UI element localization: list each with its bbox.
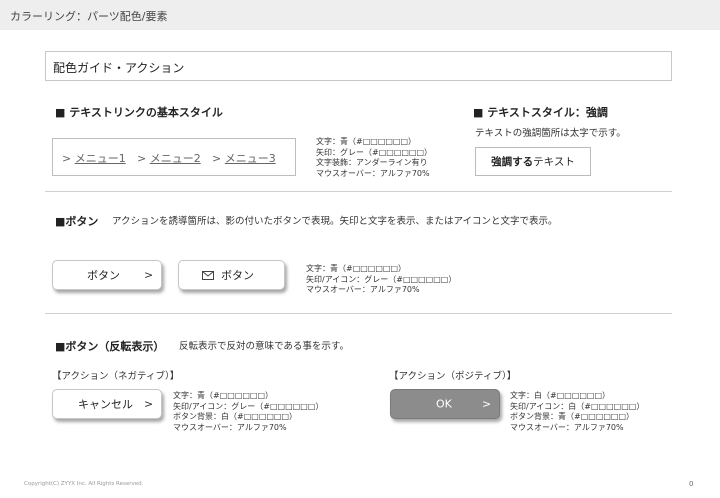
page-number: 0 bbox=[689, 480, 694, 488]
link-label: メニュー3 bbox=[224, 152, 276, 165]
negative-action-title: 【アクション（ネガティブ）】 bbox=[52, 371, 180, 382]
link-label: メニュー1 bbox=[74, 152, 126, 165]
chevron-right-icon: > bbox=[144, 268, 154, 282]
spec-line: 文字：白（#□□□□□□） bbox=[510, 391, 611, 400]
emphasis-text-sample: 強調する テキスト bbox=[475, 147, 591, 176]
envelope-icon bbox=[202, 271, 214, 280]
text-style-heading: ■ テキストスタイル：強調 bbox=[473, 106, 608, 119]
spec-line: 矢印：グレー（#□□□□□□） bbox=[316, 147, 433, 157]
spec-line: マウスオーバー：アルファ70% bbox=[306, 285, 420, 294]
link-arrow: > bbox=[137, 152, 147, 165]
spec-line: ボタン背景：青（#□□□□□□） bbox=[510, 412, 635, 421]
emphasis-normal-part: テキスト bbox=[533, 156, 575, 168]
spec-line: 矢印/アイコン：白（#□□□□□□） bbox=[510, 401, 645, 411]
spec-line: 矢印/アイコン：グレー（#□□□□□□） bbox=[306, 274, 457, 284]
spec-line: マウスオーバー：アルファ70% bbox=[173, 422, 287, 432]
spec-line: マウスオーバー：アルファ70% bbox=[316, 168, 430, 178]
button-label: OK bbox=[436, 397, 452, 411]
chevron-right-icon: > bbox=[482, 397, 492, 411]
divider bbox=[45, 313, 672, 314]
spec-line: 文字：青（#□□□□□□） bbox=[316, 137, 417, 146]
cancel-button[interactable]: キャンセル > bbox=[52, 389, 162, 419]
positive-spec: 文字：白（#□□□□□□） 矢印/アイコン：白（#□□□□□□） ボタン背景：青… bbox=[510, 391, 644, 433]
spec-line: ボタン背景：白（#□□□□□□） bbox=[173, 412, 298, 421]
spec-line: 文字：青（#□□□□□□） bbox=[173, 391, 274, 400]
inverted-heading: ■ボタン（反転表示） bbox=[55, 340, 165, 353]
link-arrow: > bbox=[212, 152, 222, 165]
guide-title: 配色ガイド・アクション bbox=[53, 61, 185, 75]
spec-line: 文字：青（#□□□□□□） bbox=[306, 264, 407, 273]
buttons-spec: 文字：青（#□□□□□□） 矢印/アイコン：グレー（#□□□□□□） マウスオー… bbox=[306, 264, 456, 296]
spec-line: マウスオーバー：アルファ70% bbox=[510, 422, 624, 432]
page-title: カラーリング：パーツ配色/要素 bbox=[10, 10, 168, 23]
link-label: メニュー2 bbox=[149, 152, 201, 165]
button-label: キャンセル bbox=[78, 398, 133, 411]
icon-button-sample[interactable]: ボタン bbox=[178, 260, 285, 290]
arrow-button-sample[interactable]: ボタン > bbox=[52, 260, 162, 290]
menu-link-3[interactable]: > メニュー3 bbox=[212, 150, 276, 166]
chevron-right-icon: > bbox=[144, 397, 154, 411]
buttons-heading: ■ボタン bbox=[55, 215, 99, 228]
menu-link-2[interactable]: > メニュー2 bbox=[137, 150, 201, 166]
menu-link-1[interactable]: > メニュー1 bbox=[62, 150, 126, 166]
text-link-spec: 文字：青（#□□□□□□） 矢印：グレー（#□□□□□□） 文字装飾：アンダーラ… bbox=[316, 137, 432, 179]
ok-button[interactable]: OK > bbox=[390, 389, 500, 419]
button-label: ボタン bbox=[87, 269, 120, 282]
emphasis-bold-part: 強調する bbox=[491, 156, 534, 168]
divider bbox=[45, 191, 672, 192]
spec-line: 文字装飾：アンダーライン有り bbox=[316, 158, 428, 167]
button-label: ボタン bbox=[221, 269, 254, 282]
buttons-description: アクションを誘導箇所は、影の付いたボタンで表現。矢印と文字を表示、またはアイコン… bbox=[112, 216, 558, 227]
text-style-description: テキストの強調箇所は太字で示す。 bbox=[475, 128, 626, 139]
link-arrow: > bbox=[62, 152, 72, 165]
footer-copyright: Copyright(C) ZYYX Inc. All Rights Reserv… bbox=[24, 481, 144, 487]
text-link-heading: ■ テキストリンクの基本スタイル bbox=[55, 106, 223, 119]
spec-line: 矢印/アイコン：グレー（#□□□□□□） bbox=[173, 401, 324, 411]
negative-spec: 文字：青（#□□□□□□） 矢印/アイコン：グレー（#□□□□□□） ボタン背景… bbox=[173, 391, 323, 433]
inverted-description: 反転表示で反対の意味である事を示す。 bbox=[179, 341, 349, 352]
positive-action-title: 【アクション（ポジティブ）】 bbox=[389, 371, 517, 382]
